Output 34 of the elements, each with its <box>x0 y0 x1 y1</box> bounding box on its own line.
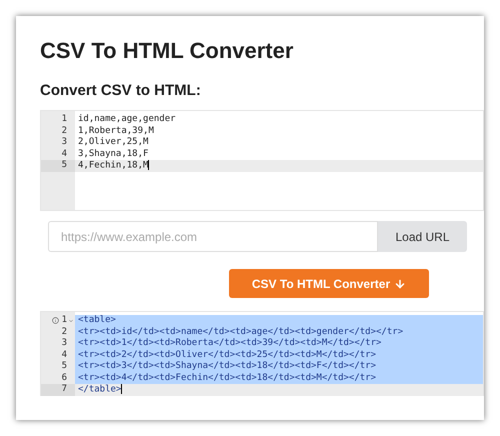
line-number: 4 <box>62 148 67 160</box>
arrow-down-icon <box>394 278 406 290</box>
line-number: 1 <box>62 315 67 326</box>
text-cursor <box>121 384 122 394</box>
code-editor[interactable]: 1 2 3 4 5 id,name,age,gender 1,Roberta,39,M 2,Oliver,25,M 3,Shayna,18,F 4,Fechin,18,M <box>40 110 484 211</box>
info-icon <box>52 317 59 324</box>
code-line: 1,Roberta,39,M <box>78 126 154 136</box>
page-title: CSV To HTML Converter <box>40 38 294 64</box>
section-heading: Convert CSV to HTML: <box>40 82 202 100</box>
load-url-button[interactable]: Load URL <box>378 221 467 252</box>
line-number: 7 <box>62 384 67 396</box>
code-line: <table> <box>78 315 116 325</box>
line-number: 2 <box>62 126 67 137</box>
line-number: 5 <box>62 160 67 172</box>
line-number: 6 <box>62 372 67 384</box>
line-number: 3 <box>62 338 67 350</box>
code-line: id,name,age,gender <box>78 114 176 124</box>
code-line: 4,Fechin,18,M <box>78 160 148 170</box>
line-number: 3 <box>62 137 67 148</box>
code-line: <tr><td>2</td><td>Oliver</td><td>25</td><td>M</td></tr> <box>78 350 376 360</box>
code-editor[interactable] <box>40 311 484 396</box>
code-line: <tr><td>id</td><td>name</td><td>age</td><td>gender</td></tr> <box>78 326 404 336</box>
text-cursor <box>148 160 150 170</box>
url-field[interactable]: https://www.example.com <box>48 221 378 252</box>
code-line: 2,Oliver,25,M <box>78 137 148 147</box>
code-line: </table> <box>78 384 122 394</box>
line-number: 4 <box>62 350 67 361</box>
line-number: 2 <box>62 326 67 338</box>
line-number: 1 <box>62 114 67 126</box>
line-number: 5 <box>62 361 67 372</box>
code-line: 3,Shayna,18,F <box>78 148 148 158</box>
code-line: <tr><td>3</td><td>Shayna</td><td>18</td><td>F</td></tr> <box>78 361 376 371</box>
code-line: <tr><td>1</td><td>Roberta</td><td>39</td><td>M</td></tr> <box>78 338 382 348</box>
code-line: <tr><td>4</td><td>Fechin</td><td>18</td><td>M</td></tr> <box>78 372 376 382</box>
